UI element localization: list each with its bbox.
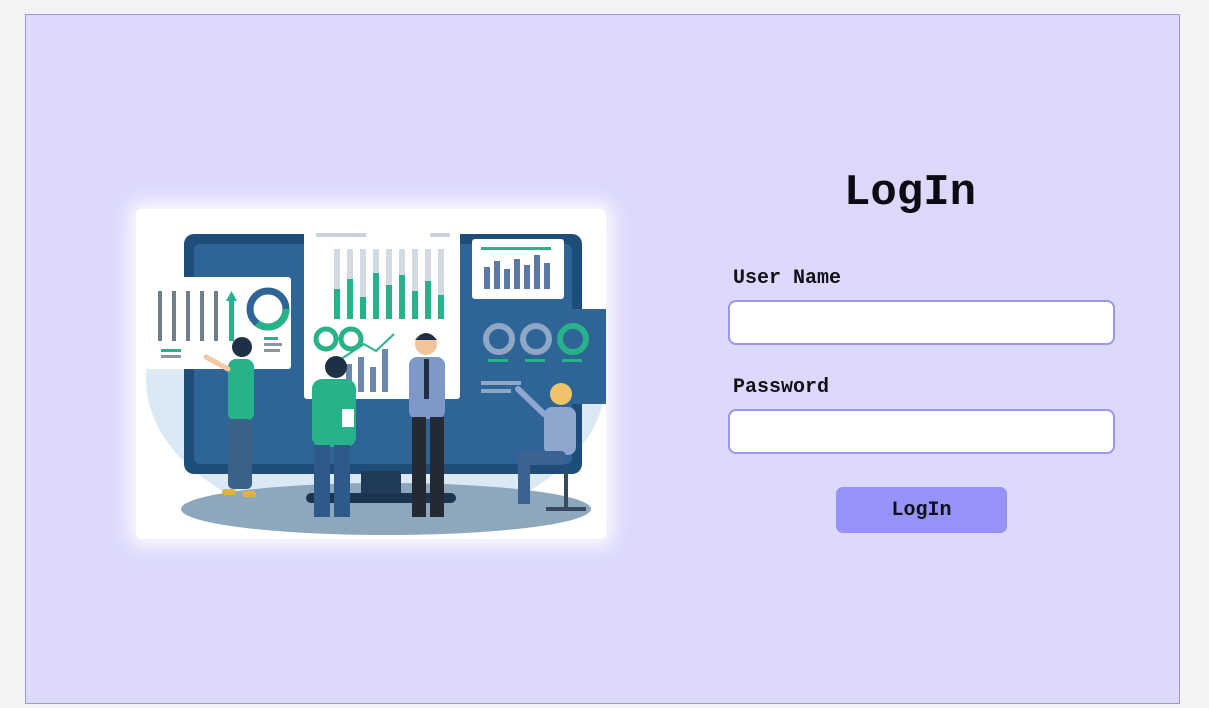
password-label: Password — [733, 376, 830, 399]
password-input[interactable] — [728, 409, 1115, 454]
login-title: LogIn — [843, 168, 977, 218]
analytics-illustration-graphic — [146, 227, 606, 535]
username-label: User Name — [733, 267, 842, 290]
app-canvas: LogIn User Name Password LogIn — [0, 0, 1209, 708]
login-button[interactable]: LogIn — [836, 487, 1007, 533]
username-input[interactable] — [728, 300, 1115, 345]
analytics-team-illustration — [136, 209, 606, 539]
